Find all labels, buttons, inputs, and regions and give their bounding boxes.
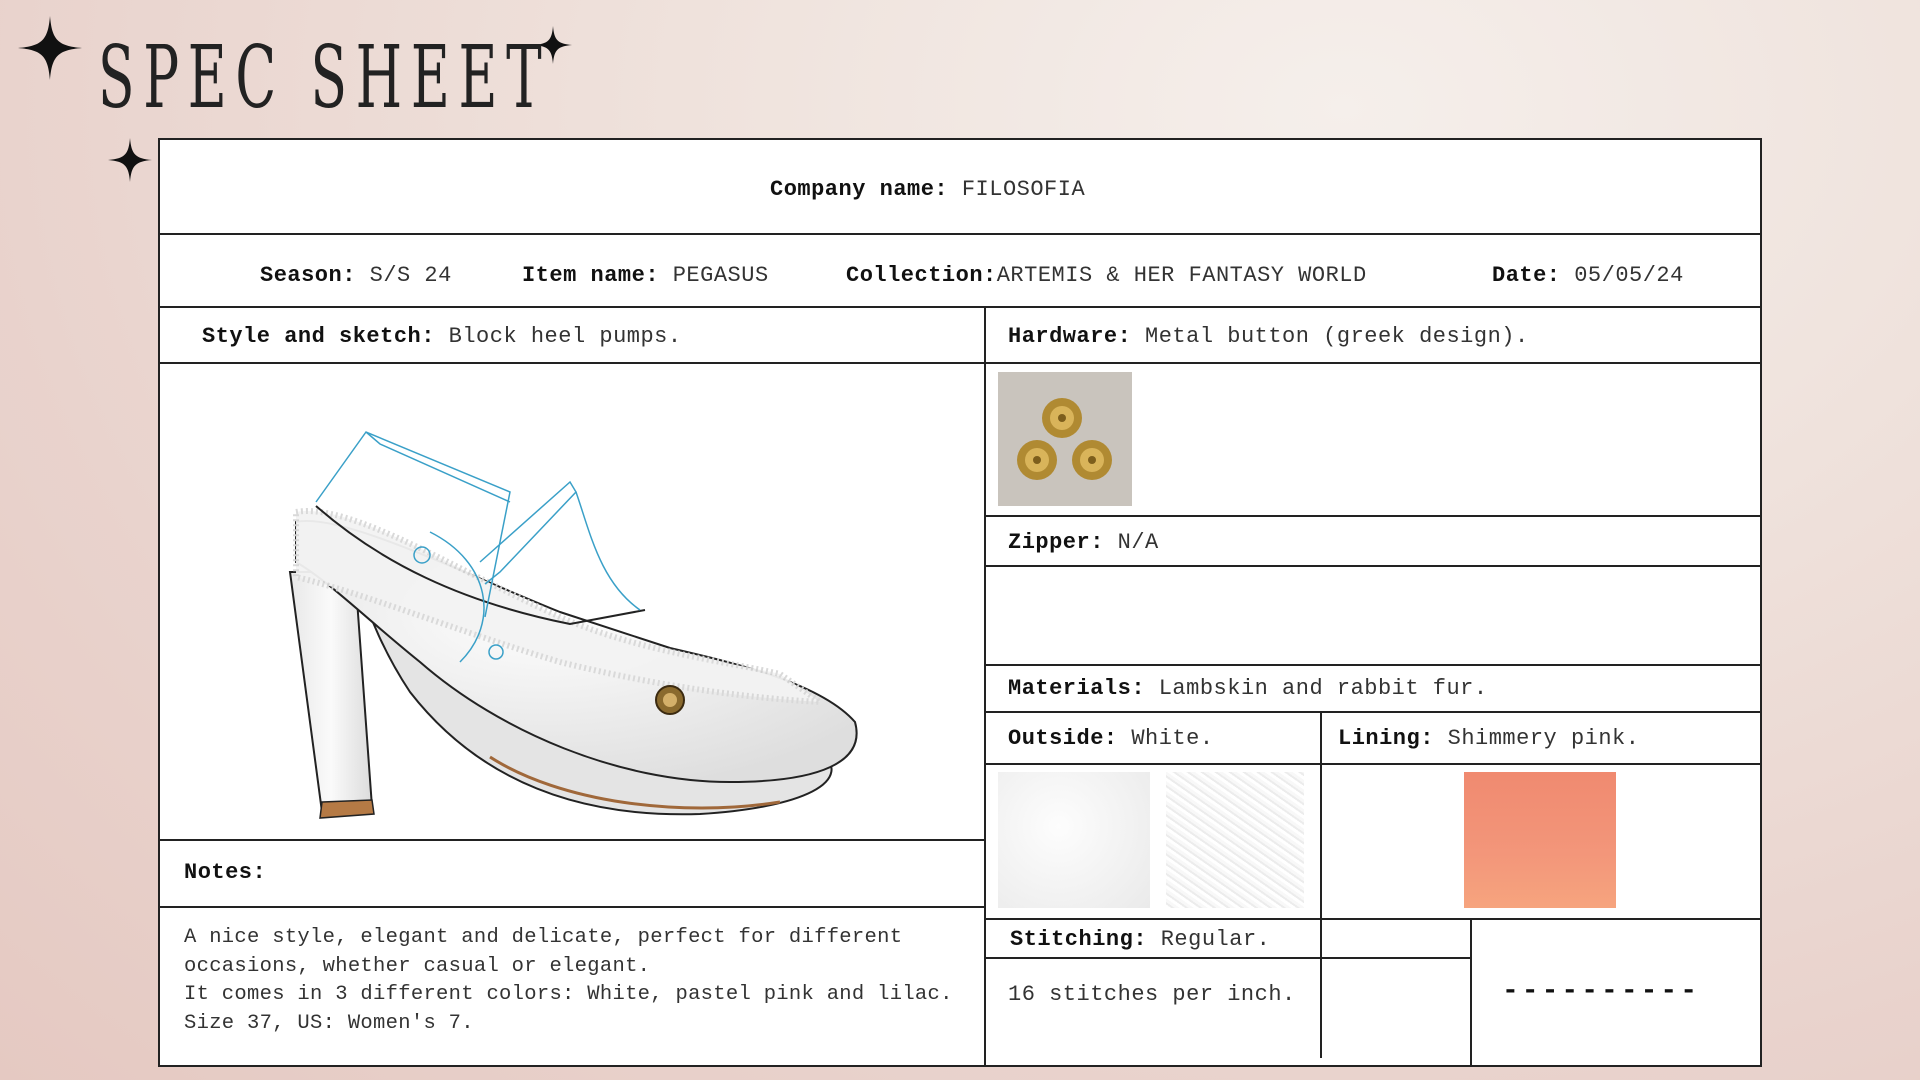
stitching-extra: ---------- <box>1502 976 1701 1007</box>
shoe-sketch <box>288 431 858 819</box>
materials-field: Materials: Lambskin and rabbit fur. <box>1008 676 1488 701</box>
hardware-field: Hardware: Metal button (greek design). <box>1008 324 1529 349</box>
notes-text: A nice style, elegant and delicate, perf… <box>184 926 953 1035</box>
notes-label: Notes: <box>184 860 267 885</box>
outside-field: Outside: White. <box>1008 726 1214 751</box>
stitching-field: Stitching: Regular. <box>1010 927 1271 952</box>
date-field: Date: 05/05/24 <box>1492 263 1684 288</box>
company-name: FILOSOFIA <box>961 177 1086 202</box>
style-field: Style and sketch: Block heel pumps. <box>202 324 682 349</box>
stitching-detail: 16 stitches per inch. <box>1008 982 1296 1007</box>
spec-sheet: Company name: FILOSOFIA Season: S/S 24 I… <box>158 138 1762 1067</box>
fur-swatch <box>1166 772 1304 908</box>
lining-field: Lining: Shimmery pink. <box>1338 726 1640 751</box>
collection-field: Collection:ARTEMIS & HER FANTASY WORLD <box>846 263 1367 288</box>
hardware-photo <box>998 372 1132 506</box>
sparkle-icon <box>18 16 82 80</box>
item-name-field: Item name: PEGASUS <box>522 263 769 288</box>
page-title: SPEC SHEET <box>98 28 551 128</box>
zipper-field: Zipper: N/A <box>1008 530 1159 555</box>
season-field: Season: S/S 24 <box>260 263 452 288</box>
lining-swatch <box>1464 772 1616 908</box>
sparkle-icon <box>108 138 152 182</box>
company-row: Company name: FILOSOFIA <box>770 177 1086 202</box>
leather-swatch <box>998 772 1150 908</box>
